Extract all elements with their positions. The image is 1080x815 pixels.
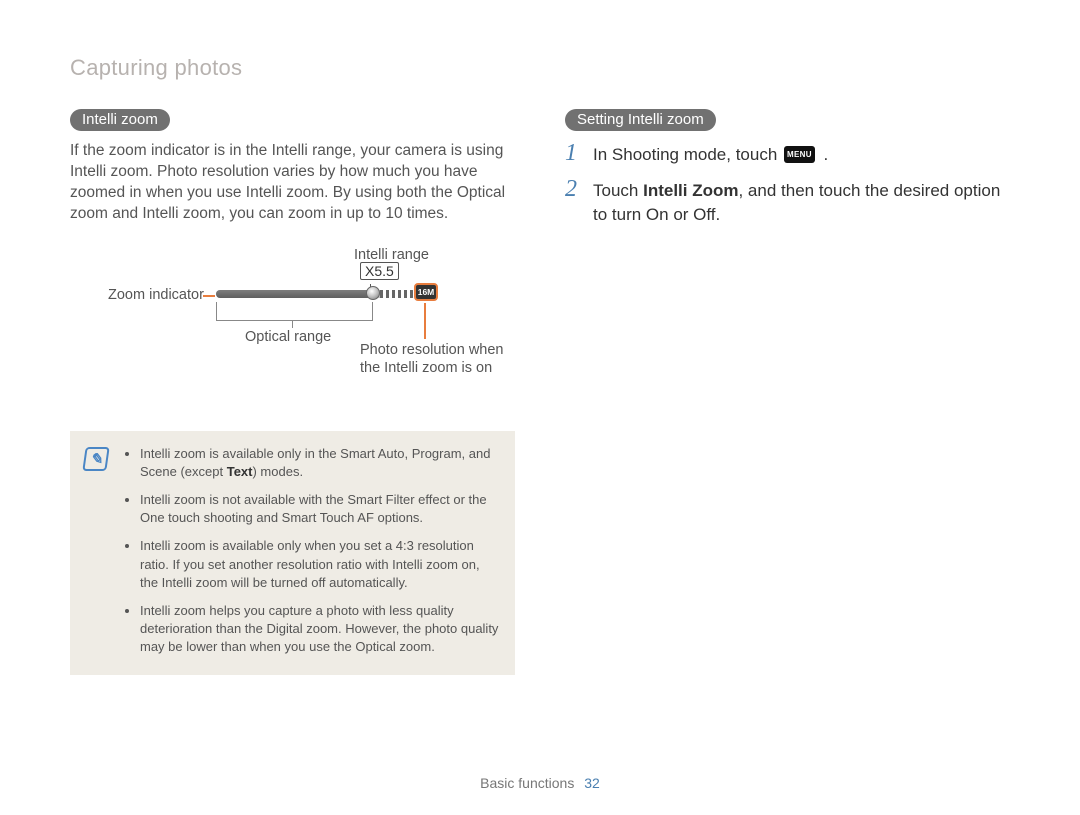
page-title: Capturing photos xyxy=(70,55,1010,81)
step-text: Touch Intelli Zoom, and then touch the d… xyxy=(593,177,1010,227)
step-text-before: In Shooting mode, touch xyxy=(593,145,782,164)
note-text: ) modes. xyxy=(252,464,303,479)
footer-page-number: 32 xyxy=(584,775,600,791)
intro-paragraph: If the zoom indicator is in the Intelli … xyxy=(70,141,515,225)
right-column: Setting Intelli zoom 1 In Shooting mode,… xyxy=(565,109,1010,675)
step-text-before: Touch xyxy=(593,181,643,200)
note-list: Intelli zoom is available only in the Sm… xyxy=(122,445,501,657)
step-2: 2 Touch Intelli Zoom, and then touch the… xyxy=(565,177,1010,227)
zoom-bar-fill xyxy=(216,290,372,298)
section-pill-setting-intelli-zoom: Setting Intelli zoom xyxy=(565,109,716,131)
note-icon: ✎ xyxy=(82,447,109,471)
step-text: In Shooting mode, touch MENU . xyxy=(593,141,828,167)
page-footer: Basic functions 32 xyxy=(0,775,1080,791)
bracket-left xyxy=(216,302,217,320)
bracket-mid xyxy=(292,320,293,328)
menu-icon: MENU xyxy=(784,146,815,163)
connector-zoom-indicator xyxy=(203,295,215,297)
zoom-diagram: Intelli range Zoom indicator Optical ran… xyxy=(70,247,480,407)
note-bold: Text xyxy=(227,464,253,479)
note-box: ✎ Intelli zoom is available only in the … xyxy=(70,431,515,675)
connector-photo-resolution xyxy=(424,303,426,339)
photo-resolution-line2: the Intelli zoom is on xyxy=(360,360,492,376)
note-item: Intelli zoom is available only when you … xyxy=(140,537,501,592)
bracket-bottom xyxy=(216,320,373,321)
step-number: 2 xyxy=(565,177,583,201)
label-intelli-range: Intelli range xyxy=(354,247,429,263)
step-number: 1 xyxy=(565,141,583,165)
bracket-right xyxy=(372,302,373,320)
zoom-indicator-knob xyxy=(366,286,380,300)
resolution-icon: 16M xyxy=(414,283,438,301)
note-text: Intelli zoom is available only in the Sm… xyxy=(140,446,490,479)
step-text-after: . xyxy=(824,145,829,164)
step-1: 1 In Shooting mode, touch MENU . xyxy=(565,141,1010,167)
zoom-value-badge: X5.5 xyxy=(360,262,399,280)
note-item: Intelli zoom helps you capture a photo w… xyxy=(140,602,501,657)
step-bold: Intelli Zoom xyxy=(643,181,738,200)
zoom-bar xyxy=(216,288,416,304)
left-column: Intelli zoom If the zoom indicator is in… xyxy=(70,109,515,675)
zoom-bar-intelli-segment xyxy=(380,290,416,298)
label-optical-range: Optical range xyxy=(245,329,331,345)
photo-resolution-line1: Photo resolution when xyxy=(360,342,504,358)
footer-section: Basic functions xyxy=(480,775,574,791)
note-item: Intelli zoom is available only in the Sm… xyxy=(140,445,501,481)
label-photo-resolution: Photo resolution when the Intelli zoom i… xyxy=(360,341,504,377)
section-pill-intelli-zoom: Intelli zoom xyxy=(70,109,170,131)
label-zoom-indicator: Zoom indicator xyxy=(108,287,204,303)
note-item: Intelli zoom is not available with the S… xyxy=(140,491,501,527)
